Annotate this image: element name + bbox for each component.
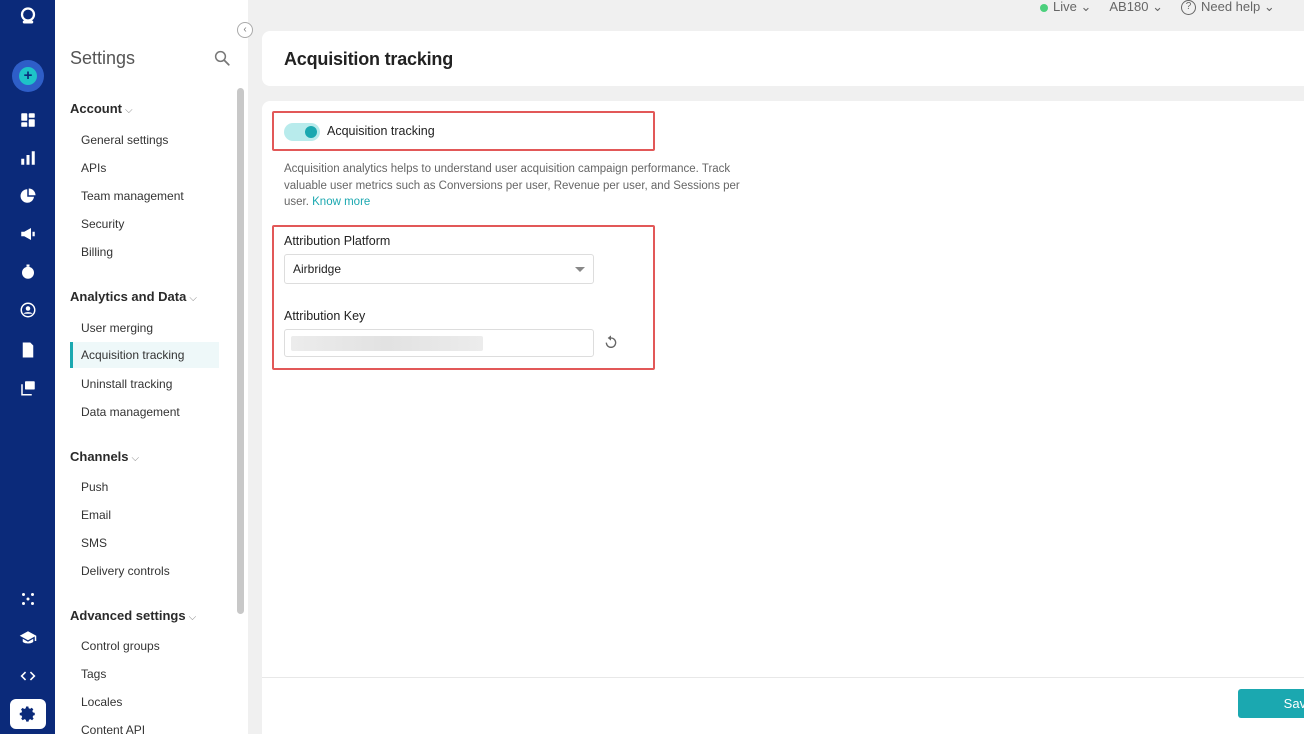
segments-icon[interactable]: [14, 182, 42, 210]
templates-icon[interactable]: [14, 374, 42, 402]
help-menu[interactable]: ? Need help ⌄: [1180, 0, 1275, 16]
description-text: Acquisition analytics helps to understan…: [284, 163, 740, 208]
flows-icon[interactable]: [14, 258, 42, 286]
sidebar-item-general-settings[interactable]: General settings: [70, 127, 219, 153]
section-account[interactable]: Account ⌵: [70, 101, 133, 116]
sidebar-item-tags[interactable]: Tags: [70, 661, 219, 687]
sidebar-item-user-merging[interactable]: User merging: [70, 315, 219, 341]
sidebar-item-billing[interactable]: Billing: [70, 239, 219, 265]
chevron-down-icon: ⌄: [1080, 0, 1092, 14]
sidebar-item-data-management[interactable]: Data management: [70, 399, 219, 425]
chevron-down-icon: ⌵: [131, 453, 140, 464]
sidebar-item-security[interactable]: Security: [70, 211, 219, 237]
sidebar-item-locales[interactable]: Locales: [70, 689, 219, 715]
page-title: Acquisition tracking: [284, 49, 454, 69]
sidebar-item-content-api[interactable]: Content API: [70, 717, 219, 734]
app-rail: +: [0, 0, 55, 734]
live-status-dot: [1040, 3, 1048, 12]
help-icon: ?: [1180, 0, 1196, 16]
toggle-label: Acquisition tracking: [327, 124, 435, 138]
know-more-link[interactable]: Know more: [312, 196, 370, 208]
redacted-key-value: [291, 336, 483, 351]
integrations-icon[interactable]: [14, 585, 42, 613]
sidebar-item-acquisition-tracking[interactable]: Acquisition tracking: [70, 342, 219, 368]
attribution-platform-label: Attribution Platform: [284, 234, 391, 248]
collapse-sidebar-button[interactable]: ‹: [237, 22, 253, 38]
attribution-key-label: Attribution Key: [284, 309, 366, 323]
chevron-down-icon: ⌵: [189, 293, 197, 304]
sidebar-item-delivery-controls[interactable]: Delivery controls: [70, 558, 219, 584]
sidebar-item-control-groups[interactable]: Control groups: [70, 633, 219, 659]
users-icon[interactable]: [14, 296, 42, 324]
chevron-down-icon: ⌄: [1152, 0, 1163, 14]
sidebar-item-uninstall-tracking[interactable]: Uninstall tracking: [70, 371, 219, 397]
chevron-down-icon: ⌵: [125, 105, 133, 116]
sidebar-item-email[interactable]: Email: [70, 502, 219, 528]
page-header: Acquisition tracking: [262, 31, 1304, 86]
environment-switcher[interactable]: Live ⌄: [1040, 0, 1091, 15]
chevron-down-icon: ⌵: [188, 612, 197, 623]
section-analytics-and-data[interactable]: Analytics and Data ⌵: [70, 289, 197, 304]
create-button[interactable]: +: [12, 60, 44, 92]
sidebar-item-apis[interactable]: APIs: [70, 155, 219, 181]
app-switcher[interactable]: AB180 ⌄: [1109, 0, 1163, 15]
settings-sidebar: Settings Account ⌵ General settings APIs …: [55, 0, 248, 734]
attribution-platform-select[interactable]: Airbridge: [284, 254, 594, 284]
caret-down-icon: [575, 267, 585, 272]
chevron-down-icon: ⌄: [1263, 0, 1275, 14]
analytics-icon[interactable]: [14, 144, 42, 172]
sidebar-item-push[interactable]: Push: [70, 474, 219, 500]
sidebar-scrollbar[interactable]: [237, 88, 244, 614]
save-button[interactable]: Save: [1238, 689, 1304, 718]
topbar: Live ⌄ AB180 ⌄ ? Need help ⌄: [1040, 0, 1275, 16]
dashboard-icon[interactable]: [14, 106, 42, 134]
attribution-key-input[interactable]: [284, 329, 594, 357]
gear-icon: [19, 706, 35, 722]
sidebar-item-sms[interactable]: SMS: [70, 530, 219, 556]
toggle-knob: [305, 126, 317, 138]
code-icon[interactable]: [14, 662, 42, 690]
plus-icon: +: [19, 67, 37, 85]
sidebar-title: Settings: [70, 48, 136, 68]
search-icon[interactable]: [213, 49, 231, 67]
settings-gear-button[interactable]: [10, 699, 46, 729]
sidebar-item-team-management[interactable]: Team management: [70, 183, 219, 209]
academy-icon[interactable]: [14, 624, 42, 652]
section-advanced-settings[interactable]: Advanced settings ⌵: [70, 608, 196, 623]
footer-divider: [262, 677, 1304, 678]
chevron-left-icon: ‹: [243, 24, 247, 35]
logo-icon[interactable]: [14, 2, 42, 30]
content-icon[interactable]: [14, 336, 42, 364]
settings-panel: Acquisition tracking Acquisition analyti…: [262, 101, 1304, 734]
refresh-icon[interactable]: [603, 334, 619, 350]
campaigns-icon[interactable]: [14, 220, 42, 248]
section-channels[interactable]: Channels ⌵: [70, 449, 139, 464]
acquisition-tracking-toggle[interactable]: [284, 123, 320, 141]
